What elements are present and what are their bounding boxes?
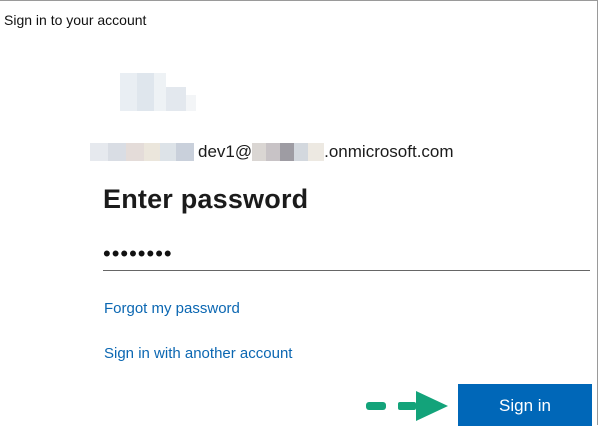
redacted-logo-icon <box>120 73 200 111</box>
sign-in-another-account-link[interactable]: Sign in with another account <box>104 345 292 362</box>
window-title: Sign in to your account <box>4 12 147 28</box>
arrow-right-icon <box>366 391 448 421</box>
redacted-segment <box>294 143 309 161</box>
redacted-segment <box>266 143 281 161</box>
redacted-segment <box>90 143 108 161</box>
password-input[interactable]: •••••••• <box>103 239 590 271</box>
sign-in-button[interactable]: Sign in <box>458 384 592 426</box>
redacted-segment <box>108 143 126 161</box>
redacted-segment <box>160 143 176 161</box>
redacted-segment <box>252 143 267 161</box>
redacted-segment <box>308 143 325 161</box>
forgot-password-link[interactable]: Forgot my password <box>104 300 240 317</box>
email-visible-text: dev1@ <box>198 142 253 161</box>
account-identifier: dev1@ .onmicrosoft.com <box>90 142 454 162</box>
page-heading: Enter password <box>103 184 309 214</box>
redacted-segment <box>144 143 160 161</box>
email-domain-text: .onmicrosoft.com <box>324 142 454 161</box>
redacted-segment <box>176 143 194 161</box>
sign-in-window: Sign in to your account dev1@ .onmicroso… <box>0 0 598 426</box>
redacted-segment <box>280 143 295 161</box>
redacted-segment <box>126 143 144 161</box>
